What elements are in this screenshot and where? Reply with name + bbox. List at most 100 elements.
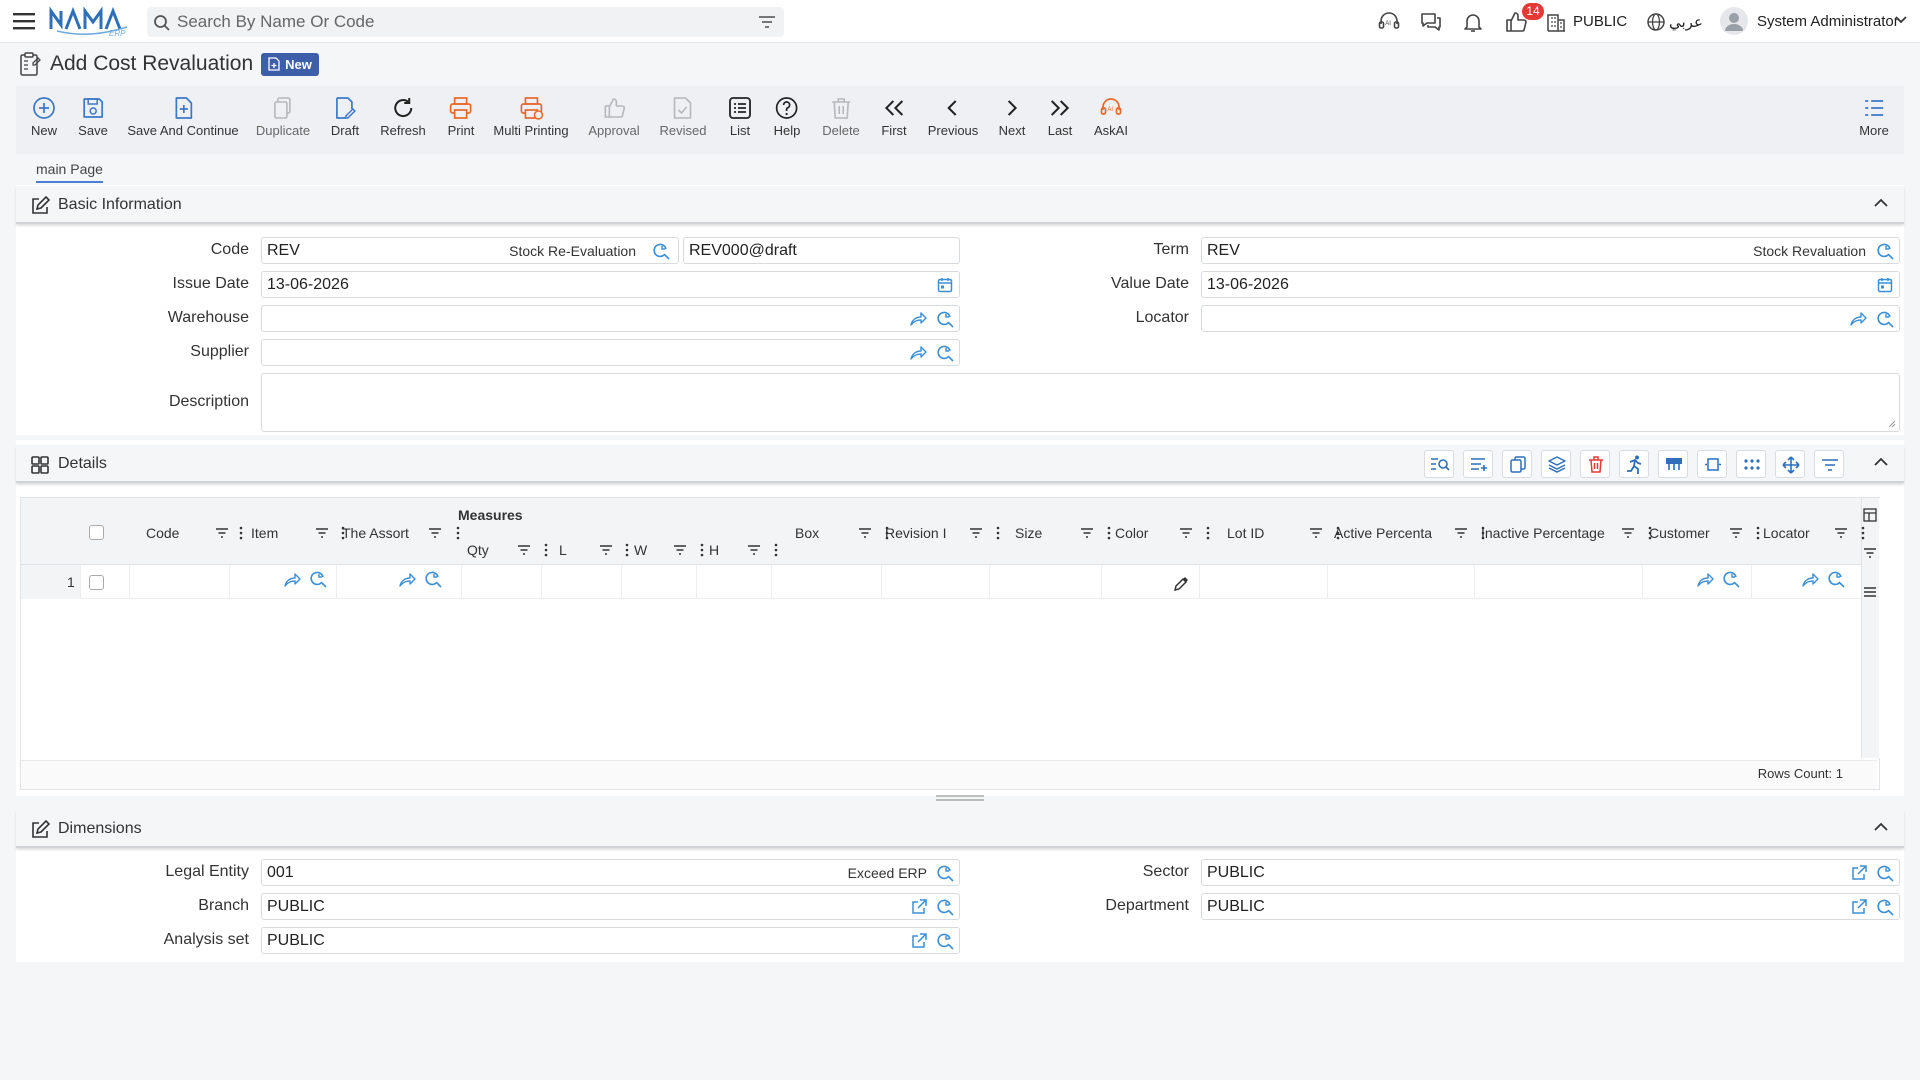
code-number-field[interactable]: REV000@draft — [683, 237, 960, 264]
column-filter-icon-customer[interactable] — [1729, 527, 1743, 539]
user-menu[interactable]: System Administrator — [1757, 13, 1899, 30]
column-menu-icon-inactive-percentage[interactable] — [1648, 526, 1652, 540]
column-filter-icon-assortment[interactable] — [428, 527, 442, 539]
help-button[interactable]: Help — [774, 96, 800, 138]
more-button[interactable]: More — [1859, 96, 1889, 138]
ai-assistant-icon[interactable]: AI — [1377, 10, 1401, 34]
calendar-icon[interactable] — [937, 277, 953, 293]
chevron-up-icon[interactable] — [1874, 457, 1888, 467]
search-lookup-icon[interactable] — [1877, 899, 1894, 916]
grid-fit-columns-button[interactable] — [1697, 450, 1727, 478]
menu-panel-icon[interactable] — [1863, 586, 1877, 598]
calendar-icon[interactable] — [1877, 277, 1893, 293]
col-header-active-percentage[interactable]: Active Percenta — [1334, 525, 1432, 541]
search-lookup-icon[interactable] — [1723, 571, 1740, 588]
search-lookup-icon[interactable] — [937, 345, 954, 362]
branch-field[interactable]: PUBLIC — [261, 893, 960, 920]
search-lookup-icon[interactable] — [653, 243, 670, 260]
share-arrow-icon[interactable] — [1849, 311, 1867, 327]
column-menu-icon-size[interactable] — [1107, 526, 1111, 540]
grid-insert-row-button[interactable] — [1658, 450, 1688, 478]
external-link-icon[interactable] — [911, 899, 927, 915]
column-menu-icon-qty[interactable] — [544, 543, 548, 557]
column-menu-icon-revision[interactable] — [996, 526, 1000, 540]
supplier-field[interactable] — [261, 339, 960, 366]
search-lookup-icon[interactable] — [1877, 311, 1894, 328]
nama-erp-logo[interactable]: ERP — [49, 5, 131, 37]
basic-information-header[interactable]: Basic Information — [16, 186, 1904, 224]
col-header-h[interactable]: H — [709, 542, 719, 558]
resize-grip-icon[interactable] — [936, 795, 984, 801]
share-arrow-icon[interactable] — [1696, 572, 1714, 588]
column-menu-icon-customer[interactable] — [1756, 526, 1760, 540]
column-filter-icon-active-percentage[interactable] — [1454, 527, 1468, 539]
previous-button[interactable]: Previous — [928, 96, 978, 138]
search-input[interactable] — [177, 7, 737, 37]
column-filter-icon-color[interactable] — [1179, 527, 1193, 539]
grid-filter-button[interactable] — [1814, 450, 1844, 478]
column-filter-icon-locator[interactable] — [1834, 527, 1848, 539]
sector-field[interactable]: PUBLIC — [1201, 859, 1900, 886]
col-header-revision[interactable]: Revision I — [885, 525, 946, 541]
column-filter-icon-inactive-percentage[interactable] — [1621, 527, 1635, 539]
columns-panel-icon[interactable] — [1863, 508, 1877, 522]
column-filter-icon-w[interactable] — [673, 544, 687, 556]
col-header-customer[interactable]: Customer — [1649, 525, 1710, 541]
filter-icon[interactable] — [758, 14, 776, 30]
col-header-qty[interactable]: Qty — [467, 542, 489, 558]
color-picker-icon[interactable] — [1173, 576, 1189, 592]
col-header-w[interactable]: W — [634, 542, 647, 558]
locator-field[interactable] — [1201, 305, 1900, 332]
col-header-l[interactable]: L — [559, 542, 567, 558]
column-menu-icon-active-percentage[interactable] — [1481, 526, 1485, 540]
global-search[interactable] — [147, 7, 784, 37]
askai-button[interactable]: AI AskAI — [1094, 96, 1128, 138]
column-menu-icon-locator[interactable] — [1861, 526, 1865, 540]
approval-button[interactable]: Approval — [588, 96, 640, 138]
share-arrow-icon[interactable] — [398, 572, 416, 588]
search-lookup-icon[interactable] — [937, 865, 954, 882]
last-button[interactable]: Last — [1048, 96, 1072, 138]
column-filter-icon-h[interactable] — [747, 544, 761, 556]
search-lookup-icon[interactable] — [425, 571, 442, 588]
legal-entity-field[interactable]: 001 Exceed ERP — [261, 859, 960, 886]
dimensions-header[interactable]: Dimensions — [16, 810, 1904, 848]
external-link-icon[interactable] — [1851, 899, 1867, 915]
save-and-continue-button[interactable]: Save And Continue — [127, 96, 239, 138]
next-button[interactable]: Next — [999, 96, 1025, 138]
col-header-box[interactable]: Box — [795, 525, 819, 541]
col-header-item[interactable]: Item — [251, 525, 278, 541]
language-switch[interactable]: عربي — [1669, 13, 1703, 31]
search-lookup-icon[interactable] — [1877, 865, 1894, 882]
analysis-set-field[interactable]: PUBLIC — [261, 927, 960, 954]
share-arrow-icon[interactable] — [909, 311, 927, 327]
column-filter-icon-l[interactable] — [599, 544, 613, 556]
search-lookup-icon[interactable] — [937, 311, 954, 328]
globe-icon[interactable] — [1646, 12, 1666, 32]
column-menu-icon-box[interactable] — [885, 526, 889, 540]
first-button[interactable]: First — [881, 96, 907, 138]
column-menu-icon-l[interactable] — [625, 543, 629, 557]
duplicate-button[interactable]: Duplicate — [256, 96, 310, 138]
grid-layers-button[interactable] — [1541, 450, 1571, 478]
save-button[interactable]: Save — [78, 96, 108, 138]
chat-icon[interactable] — [1419, 10, 1443, 34]
column-filter-icon-lot-id[interactable] — [1309, 527, 1323, 539]
resize-handle-icon[interactable] — [1888, 420, 1896, 428]
col-header-assortment[interactable]: The Assort — [342, 525, 409, 541]
grid-delete-button[interactable] — [1580, 450, 1610, 478]
search-lookup-icon[interactable] — [310, 571, 327, 588]
term-field[interactable]: REV Stock Revaluation — [1201, 237, 1900, 264]
col-header-locator[interactable]: Locator — [1763, 525, 1810, 541]
chevron-down-icon[interactable] — [1895, 16, 1907, 24]
code-field[interactable]: REV Stock Re-Evaluation — [261, 237, 679, 264]
multi-printing-button[interactable]: Multi Printing — [493, 96, 569, 138]
grid-search-button[interactable] — [1424, 450, 1454, 478]
grid-dots-button[interactable] — [1736, 450, 1766, 478]
menu-icon[interactable] — [13, 11, 35, 31]
department-field[interactable]: PUBLIC — [1201, 893, 1900, 920]
search-lookup-icon[interactable] — [937, 899, 954, 916]
column-filter-icon-qty[interactable] — [517, 544, 531, 556]
select-all-checkbox[interactable] — [89, 525, 104, 540]
building-icon[interactable] — [1546, 12, 1566, 32]
